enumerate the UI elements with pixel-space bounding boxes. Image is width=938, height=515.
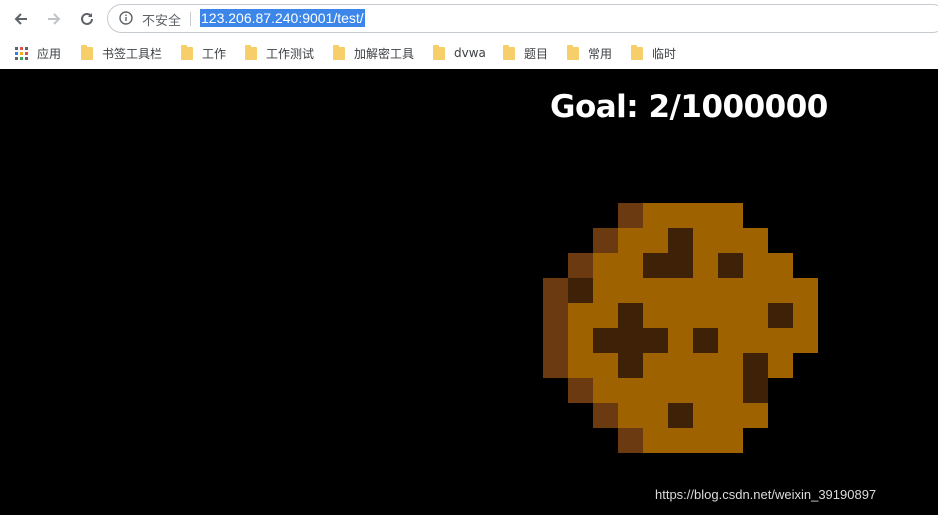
bookmark-label: 工作	[202, 46, 227, 61]
back-button[interactable]	[10, 8, 32, 30]
watermark-text: https://blog.csdn.net/weixin_39190897	[655, 487, 877, 502]
bookmark-folder[interactable]: 工作测试	[245, 43, 314, 63]
address-separator	[190, 12, 191, 26]
navigation-bar: 不安全 123.206.87.240:9001/test/	[0, 0, 938, 38]
goal-counter: Goal: 2/1000000	[550, 89, 828, 125]
folder-icon	[81, 44, 93, 60]
bookmark-folder[interactable]: 临时	[631, 43, 676, 63]
bookmark-folder[interactable]: dvwa	[433, 43, 486, 63]
address-bar[interactable]: 不安全 123.206.87.240:9001/test/	[107, 4, 938, 33]
game-area: Goal: 2/1000000 https://blog.csdn.net/we…	[0, 69, 938, 515]
bookmark-label: 加解密工具	[354, 46, 415, 61]
bookmark-folder[interactable]: 题目	[503, 43, 548, 63]
folder-icon	[503, 44, 515, 60]
url-text[interactable]: 123.206.87.240:9001/test/	[200, 9, 365, 27]
forward-arrow-icon	[48, 13, 61, 25]
bookmark-folder[interactable]: 加解密工具	[333, 43, 414, 63]
bookmark-label: 应用	[37, 46, 62, 61]
bookmark-label: 常用	[588, 46, 613, 61]
folder-icon	[181, 44, 193, 60]
bookmark-apps[interactable]: 应用	[15, 43, 61, 63]
bookmarks-bar: 应用 书签工具栏 工作 工作测试 加解密工具 dvwa 题目 常用 临时	[0, 38, 938, 68]
browser-chrome: 不安全 123.206.87.240:9001/test/ 应用 书签工具栏 工…	[0, 0, 938, 70]
bookmark-label: 书签工具栏	[102, 46, 163, 61]
folder-icon	[433, 44, 445, 60]
forward-button[interactable]	[43, 8, 65, 30]
bookmark-label: 题目	[524, 46, 549, 61]
back-arrow-icon	[14, 13, 27, 25]
bookmark-label: 工作测试	[266, 46, 315, 61]
bookmark-label: dvwa	[454, 46, 486, 60]
bookmark-folder[interactable]: 工作	[181, 43, 226, 63]
reload-icon	[81, 12, 93, 25]
bookmark-folder[interactable]: 书签工具栏	[81, 43, 162, 63]
bookmark-folder[interactable]: 常用	[567, 43, 612, 63]
security-status-label[interactable]: 不安全	[142, 10, 181, 29]
folder-icon	[333, 44, 345, 60]
folder-icon	[567, 44, 579, 60]
bookmark-label: 临时	[652, 46, 677, 61]
apps-grid-icon	[15, 46, 28, 60]
folder-icon	[245, 44, 257, 60]
info-icon[interactable]	[119, 11, 133, 25]
folder-icon	[631, 44, 643, 60]
cookie-icon[interactable]	[543, 203, 818, 453]
reload-button[interactable]	[76, 8, 98, 30]
